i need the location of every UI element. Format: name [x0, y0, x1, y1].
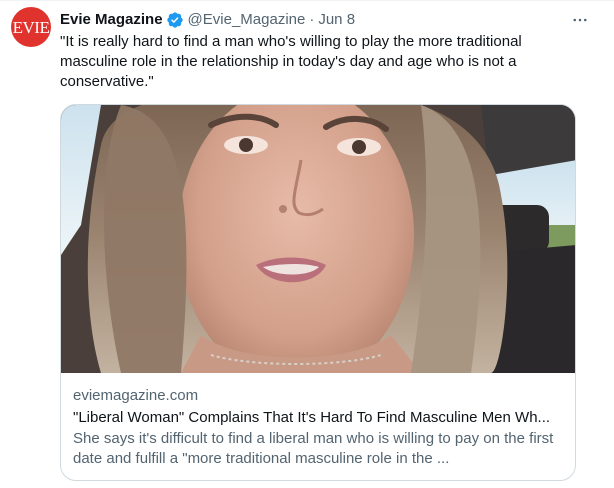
link-preview-card[interactable]: eviemagazine.com "Liberal Woman" Complai… — [60, 104, 576, 481]
author-handle[interactable]: @Evie_Magazine — [188, 10, 306, 30]
verified-badge-icon[interactable] — [166, 11, 184, 29]
card-description: She says it's difficult to find a libera… — [73, 430, 554, 467]
card-title[interactable]: "Liberal Woman" Complains That It's Hard… — [73, 408, 565, 428]
tweet[interactable]: EVIE Evie Magazine @Evie_Magazine · Jun … — [0, 0, 614, 488]
author-name[interactable]: Evie Magazine — [60, 10, 163, 30]
author-avatar[interactable]: EVIE — [11, 7, 51, 47]
card-domain: eviemagazine.com — [73, 387, 199, 404]
card-meta: eviemagazine.com "Liberal Woman" Complai… — [73, 386, 565, 469]
more-horizontal-icon[interactable] — [570, 10, 590, 30]
header-separator: · — [309, 11, 315, 28]
avatar-logo-text: EVIE — [12, 17, 50, 37]
tweet-header: Evie Magazine @Evie_Magazine · Jun 8 — [60, 10, 355, 30]
tweet-text: "It is really hard to find a man who's w… — [60, 33, 522, 90]
card-video-thumbnail[interactable] — [61, 105, 575, 373]
tweet-date[interactable]: Jun 8 — [318, 10, 355, 30]
